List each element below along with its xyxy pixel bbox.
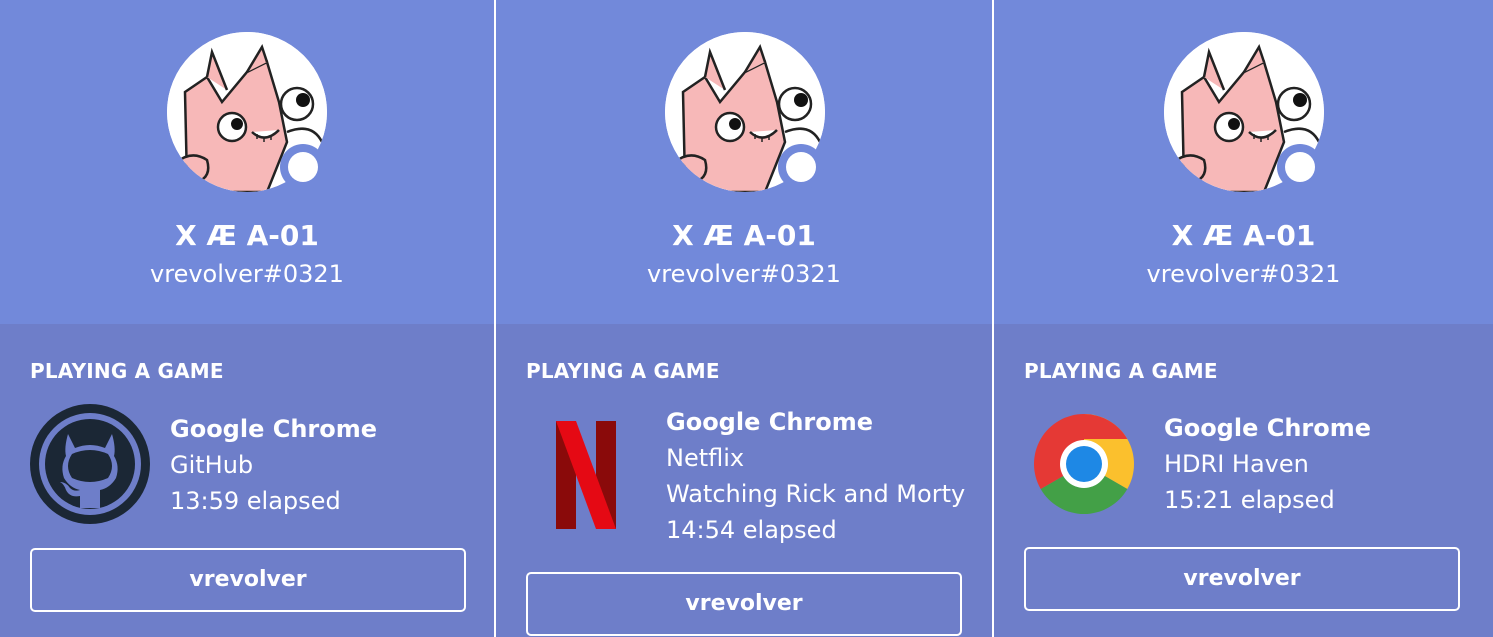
activity-section-header: PLAYING A GAME <box>30 359 224 383</box>
chrome-icon <box>1024 404 1144 524</box>
online-status-icon <box>280 144 326 190</box>
profile-header: X Æ A-01 vrevolver#0321 <box>0 0 494 324</box>
game-name: Google Chrome <box>170 415 378 443</box>
netflix-icon <box>526 411 646 531</box>
game-name: Google Chrome <box>666 408 874 436</box>
activity-section-header: PLAYING A GAME <box>526 359 720 383</box>
user-tag: vrevolver#0321 <box>150 260 344 288</box>
display-name: X Æ A-01 <box>672 219 816 252</box>
profile-card-netflix: X Æ A-01 vrevolver#0321 PLAYING A GAME G… <box>496 0 992 637</box>
activity-details: Google Chrome HDRI Haven 15:21 elapsed <box>1164 410 1483 518</box>
elapsed-time: 13:59 elapsed <box>170 487 341 515</box>
profile-card-github: X Æ A-01 vrevolver#0321 PLAYING A GAME G… <box>0 0 494 637</box>
profile-card-chrome: X Æ A-01 vrevolver#0321 PLAYING A GAME G… <box>994 0 1493 637</box>
user-tag: vrevolver#0321 <box>1146 260 1341 288</box>
github-icon <box>30 404 150 524</box>
game-name: Google Chrome <box>1164 414 1372 442</box>
activity-details-text: GitHub <box>170 451 254 479</box>
profile-button[interactable]: vrevolver <box>526 572 962 636</box>
user-tag: vrevolver#0321 <box>647 260 841 288</box>
activity-state-text: Watching Rick and Morty <box>666 480 966 508</box>
activity-section-header: PLAYING A GAME <box>1024 359 1218 383</box>
profile-button[interactable]: vrevolver <box>1024 547 1460 611</box>
activity-details-text: Netflix <box>666 444 745 472</box>
activity-cards: X Æ A-01 vrevolver#0321 PLAYING A GAME G… <box>0 0 1493 637</box>
elapsed-time: 14:54 elapsed <box>666 516 837 544</box>
online-status-icon <box>1277 144 1323 190</box>
online-status-icon <box>778 144 824 190</box>
elapsed-time: 15:21 elapsed <box>1164 486 1335 514</box>
activity-details-text: HDRI Haven <box>1164 450 1309 478</box>
activity-details: Google Chrome Netflix Watching Rick and … <box>666 404 982 548</box>
profile-header: X Æ A-01 vrevolver#0321 <box>496 0 992 324</box>
display-name: X Æ A-01 <box>1171 219 1316 252</box>
display-name: X Æ A-01 <box>175 219 319 252</box>
profile-header: X Æ A-01 vrevolver#0321 <box>994 0 1493 324</box>
activity-details: Google Chrome GitHub 13:59 elapsed <box>170 411 484 519</box>
profile-button[interactable]: vrevolver <box>30 548 466 612</box>
